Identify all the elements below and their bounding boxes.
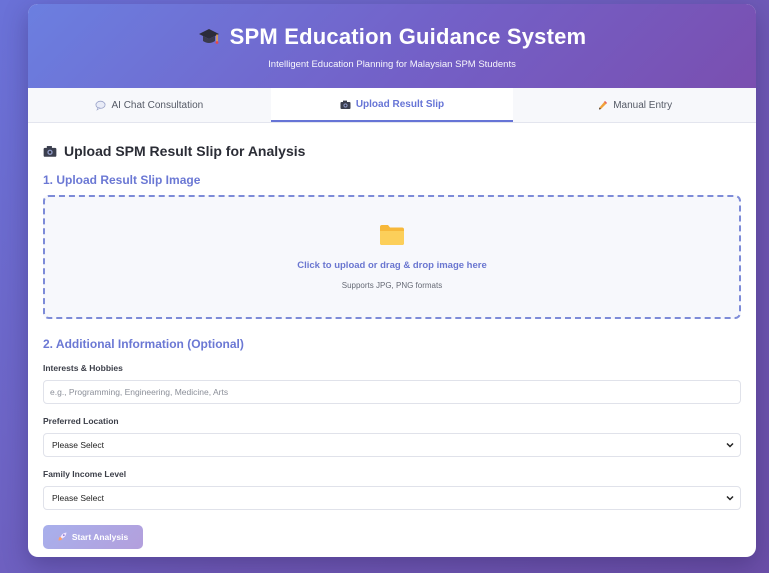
section-title-text: Upload SPM Result Slip for Analysis: [64, 143, 306, 159]
start-analysis-button[interactable]: Start Analysis: [43, 525, 143, 549]
rocket-icon: [58, 532, 67, 543]
page-subtitle: Intelligent Education Planning for Malay…: [268, 59, 516, 70]
location-label: Preferred Location: [43, 416, 119, 426]
interests-label: Interests & Hobbies: [43, 363, 123, 373]
tab-ai-chat[interactable]: AI Chat Consultation: [28, 88, 271, 122]
upload-panel: Upload SPM Result Slip for Analysis 1. U…: [28, 123, 756, 549]
chevron-down-icon: [726, 494, 734, 502]
interests-input[interactable]: [43, 380, 741, 404]
page-title: SPM Education Guidance System: [229, 24, 587, 49]
step2-title: 2. Additional Information (Optional): [43, 337, 244, 351]
app-header: SPM Education Guidance System Intelligen…: [28, 4, 756, 88]
camera-icon: [340, 99, 351, 110]
tab-bar: AI Chat Consultation Upload Result Slip: [28, 88, 756, 123]
main-card: SPM Education Guidance System Intelligen…: [28, 4, 756, 557]
pencil-icon: [597, 100, 608, 111]
start-analysis-label: Start Analysis: [71, 532, 129, 542]
camera-icon: [43, 144, 57, 158]
tab-ai-chat-label: AI Chat Consultation: [111, 99, 204, 111]
income-label: Family Income Level: [43, 469, 127, 479]
tab-manual-label: Manual Entry: [613, 99, 673, 111]
income-selected-value: Please Select: [52, 493, 104, 503]
upload-dropzone[interactable]: Click to upload or drag & drop image her…: [43, 195, 741, 319]
tab-upload-label: Upload Result Slip: [355, 98, 445, 110]
tab-upload-result-slip[interactable]: Upload Result Slip: [270, 88, 514, 122]
dropzone-text: Click to upload or drag & drop image her…: [297, 260, 487, 271]
tab-manual-entry[interactable]: Manual Entry: [513, 88, 756, 122]
graduation-cap-icon: [198, 26, 220, 48]
chevron-down-icon: [726, 441, 734, 449]
title-row: SPM Education Guidance System: [28, 24, 756, 50]
location-selected-value: Please Select: [52, 440, 104, 450]
speech-bubble-icon: [95, 100, 106, 111]
folder-icon: [379, 224, 405, 246]
location-select[interactable]: Please Select: [43, 433, 741, 457]
dropzone-hint: Supports JPG, PNG formats: [341, 281, 443, 290]
section-title: Upload SPM Result Slip for Analysis: [43, 143, 741, 159]
step1-title: 1. Upload Result Slip Image: [43, 173, 201, 187]
income-select[interactable]: Please Select: [43, 486, 741, 510]
